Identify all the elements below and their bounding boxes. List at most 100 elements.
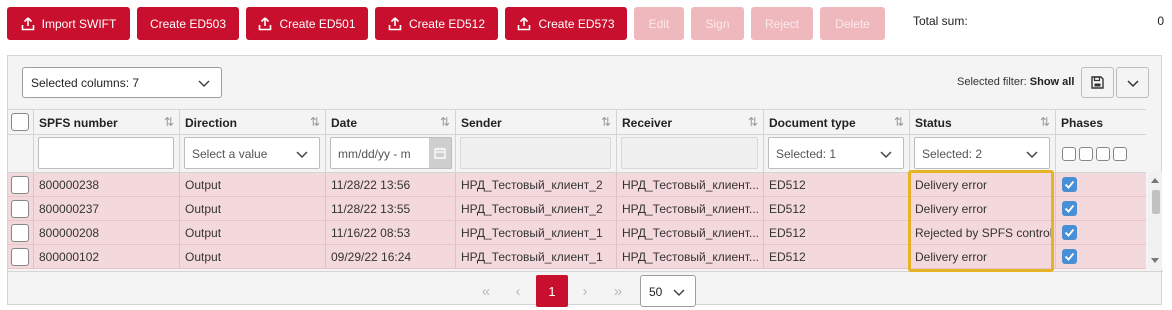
direction-filter-placeholder: Select a value bbox=[192, 147, 268, 161]
header-direction[interactable]: Direction ⇅ bbox=[180, 110, 326, 135]
header-document-type[interactable]: Document type ⇅ bbox=[764, 110, 910, 135]
header-phases: Phases bbox=[1056, 110, 1146, 135]
cell-status: Delivery error bbox=[910, 245, 1056, 268]
sort-icon[interactable]: ⇅ bbox=[164, 115, 174, 129]
previous-page-button[interactable]: ‹ bbox=[502, 275, 534, 307]
spfs-number-filter-input[interactable] bbox=[38, 137, 174, 169]
save-filter-button[interactable] bbox=[1081, 67, 1114, 98]
phase-checkbox[interactable] bbox=[1062, 225, 1077, 240]
columns-select-label: Selected columns: 7 bbox=[31, 75, 140, 90]
cell-spfs-number: 800000208 bbox=[34, 221, 180, 244]
create-ed512-button[interactable]: Create ED512 bbox=[375, 7, 498, 40]
row-checkbox[interactable] bbox=[11, 176, 29, 194]
upload-icon bbox=[518, 16, 531, 30]
create-ed512-label: Create ED512 bbox=[408, 16, 486, 31]
chevron-down-icon bbox=[296, 151, 308, 159]
row-select-cell bbox=[8, 197, 34, 220]
select-all-checkbox[interactable] bbox=[11, 113, 29, 131]
phase-checkbox[interactable] bbox=[1062, 177, 1077, 192]
receiver-filter-input[interactable] bbox=[621, 137, 758, 169]
table-scrollbar[interactable] bbox=[1148, 172, 1162, 270]
status-filter-select[interactable]: Selected: 2 bbox=[914, 137, 1050, 169]
cell-date: 09/29/22 16:24 bbox=[326, 245, 456, 268]
direction-filter-select[interactable]: Select a value bbox=[184, 137, 320, 169]
selected-filter-label: Selected filter: bbox=[957, 76, 1027, 88]
total-sum-value: 0 bbox=[1157, 14, 1164, 28]
scroll-down-icon[interactable] bbox=[1151, 258, 1159, 263]
documents-panel: Selected columns: 7 Selected filter: Sho… bbox=[7, 55, 1163, 307]
scroll-up-icon[interactable] bbox=[1151, 178, 1159, 183]
row-select-cell bbox=[8, 245, 34, 268]
last-page-button[interactable]: » bbox=[602, 275, 634, 307]
header-sender-label: Sender bbox=[461, 116, 502, 130]
cell-sender: НРД_Тестовый_клиент_2 bbox=[456, 197, 617, 220]
doctype-filter-select[interactable]: Selected: 1 bbox=[768, 137, 904, 169]
reject-button[interactable]: Reject bbox=[751, 7, 813, 40]
scrollbar-thumb[interactable] bbox=[1152, 190, 1160, 214]
row-checkbox[interactable] bbox=[11, 224, 29, 242]
cell-direction: Output bbox=[180, 221, 326, 244]
selected-filter: Selected filter: Show all bbox=[957, 76, 1074, 88]
pagination: « ‹ 1 › » 50 bbox=[8, 271, 1163, 307]
edit-button[interactable]: Edit bbox=[634, 7, 684, 40]
cell-document-type: ED512 bbox=[764, 221, 910, 244]
cell-direction: Output bbox=[180, 197, 326, 220]
table-header-row: SPFS number ⇅ Direction ⇅ Date ⇅ Sender ⇅ Re… bbox=[8, 109, 1146, 135]
cell-sender: НРД_Тестовый_клиент_2 bbox=[456, 173, 617, 196]
header-date[interactable]: Date ⇅ bbox=[326, 110, 456, 135]
columns-select[interactable]: Selected columns: 7 bbox=[22, 67, 222, 98]
table-row[interactable]: 800000102 Output 09/29/22 16:24 НРД_Тест… bbox=[8, 245, 1146, 269]
sort-icon[interactable]: ⇅ bbox=[894, 115, 904, 129]
header-receiver[interactable]: Receiver ⇅ bbox=[617, 110, 764, 135]
filter-status-cell: Selected: 2 bbox=[910, 135, 1056, 172]
filter-sender-cell bbox=[456, 135, 617, 172]
next-page-button[interactable]: › bbox=[569, 275, 601, 307]
phase-filter-checkbox[interactable] bbox=[1096, 147, 1110, 161]
cell-phases bbox=[1056, 245, 1146, 268]
sort-icon[interactable]: ⇅ bbox=[601, 115, 611, 129]
phase-filter-checkbox[interactable] bbox=[1062, 147, 1076, 161]
header-spfs-number[interactable]: SPFS number ⇅ bbox=[34, 110, 180, 135]
check-icon bbox=[1064, 252, 1075, 261]
phase-checkbox[interactable] bbox=[1062, 201, 1077, 216]
header-status[interactable]: Status ⇅ bbox=[910, 110, 1056, 135]
filter-dropdown-button[interactable] bbox=[1116, 67, 1149, 98]
total-sum-label: Total sum: bbox=[913, 14, 968, 28]
sign-button[interactable]: Sign bbox=[691, 7, 744, 40]
chevron-down-icon bbox=[673, 289, 685, 297]
first-page-button[interactable]: « bbox=[470, 275, 502, 307]
current-page-button[interactable]: 1 bbox=[536, 275, 568, 307]
filter-direction-cell: Select a value bbox=[180, 135, 326, 172]
delete-button[interactable]: Delete bbox=[820, 7, 885, 40]
phase-filter-checkbox[interactable] bbox=[1113, 147, 1127, 161]
import-swift-button[interactable]: Import SWIFT bbox=[7, 7, 130, 40]
sort-icon[interactable]: ⇅ bbox=[310, 115, 320, 129]
sort-icon[interactable]: ⇅ bbox=[1040, 115, 1050, 129]
sender-filter-input[interactable] bbox=[460, 137, 611, 169]
chevron-down-icon bbox=[1026, 151, 1038, 159]
row-checkbox[interactable] bbox=[11, 200, 29, 218]
table-row[interactable]: 800000208 Output 11/16/22 08:53 НРД_Тест… bbox=[8, 221, 1146, 245]
delete-label: Delete bbox=[835, 16, 870, 31]
check-icon bbox=[1064, 180, 1075, 189]
filter-date-cell: mm/dd/yy - m bbox=[326, 135, 456, 172]
date-range-filter-input[interactable]: mm/dd/yy - m bbox=[330, 137, 452, 169]
phase-filter-checkbox[interactable] bbox=[1079, 147, 1093, 161]
cell-date: 11/28/22 13:55 bbox=[326, 197, 456, 220]
row-checkbox[interactable] bbox=[11, 248, 29, 266]
table-row[interactable]: 800000238 Output 11/28/22 13:56 НРД_Тест… bbox=[8, 173, 1146, 197]
page-size-select[interactable]: 50 bbox=[640, 275, 696, 307]
create-ed501-button[interactable]: Create ED501 bbox=[246, 7, 368, 40]
sort-icon[interactable]: ⇅ bbox=[440, 115, 450, 129]
phase-checkbox[interactable] bbox=[1062, 249, 1077, 264]
create-ed503-button[interactable]: Create ED503 bbox=[137, 7, 239, 40]
selected-filter-value[interactable]: Show all bbox=[1030, 76, 1075, 88]
header-sender[interactable]: Sender ⇅ bbox=[456, 110, 617, 135]
row-select-cell bbox=[8, 173, 34, 196]
create-ed573-button[interactable]: Create ED573 bbox=[505, 7, 627, 40]
table-row[interactable]: 800000237 Output 11/28/22 13:55 НРД_Тест… bbox=[8, 197, 1146, 221]
doctype-filter-value: Selected: 1 bbox=[776, 147, 837, 161]
calendar-button[interactable] bbox=[429, 138, 451, 168]
check-icon bbox=[1064, 204, 1075, 213]
sort-icon[interactable]: ⇅ bbox=[748, 115, 758, 129]
